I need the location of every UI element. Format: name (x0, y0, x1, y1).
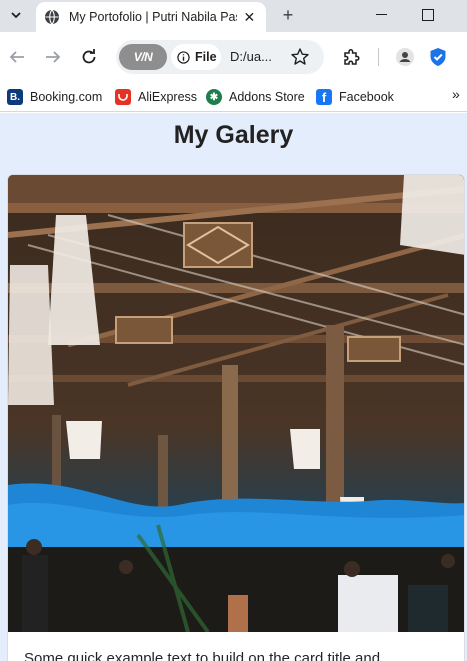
bookmark-star-icon[interactable] (290, 47, 310, 67)
addons-store-icon: ✱ (206, 89, 222, 105)
url-text[interactable]: D:/ua... (230, 49, 272, 64)
bookmark-addons-store[interactable]: ✱ Addons Store (206, 86, 305, 108)
gallery-card: Some quick example text to build on the … (7, 174, 465, 661)
bookmark-booking[interactable]: B. Booking.com (7, 86, 102, 108)
page-heading: My Galery (173, 121, 294, 149)
facebook-icon: f (316, 89, 332, 105)
tab-strip: My Portofolio | Putri Nabila Pas ✕ + (0, 0, 467, 32)
aliexpress-icon (115, 89, 131, 105)
back-arrow-icon (9, 51, 24, 63)
back-button[interactable] (5, 45, 29, 69)
reload-button[interactable] (77, 45, 101, 69)
globe-icon (45, 9, 59, 25)
file-label: File (195, 50, 217, 64)
tab-active[interactable]: My Portofolio | Putri Nabila Pas ✕ (36, 2, 266, 32)
minimize-icon[interactable] (372, 6, 392, 24)
reload-icon (82, 49, 96, 64)
bookmark-aliexpress[interactable]: AliExpress (115, 86, 197, 108)
forward-arrow-icon (46, 51, 61, 63)
tab-search-button[interactable] (4, 4, 28, 26)
site-info-chip[interactable]: File (171, 44, 221, 70)
bookmark-label: Facebook (339, 90, 394, 104)
shield-extension-button[interactable] (426, 45, 450, 69)
shield-check-icon (430, 48, 446, 66)
browser-toolbar: V/N File D:/ua... (0, 32, 467, 82)
booking-icon: B. (7, 89, 23, 105)
chevron-down-icon (11, 12, 21, 19)
extensions-button[interactable] (339, 45, 363, 69)
tab-title: My Portofolio | Putri Nabila Pas (69, 10, 237, 24)
bookmark-facebook[interactable]: f Facebook (316, 86, 394, 108)
info-icon (177, 50, 190, 64)
bookmark-label: Addons Store (229, 90, 305, 104)
address-bar[interactable]: V/N File D:/ua... (116, 40, 324, 74)
forward-button[interactable] (41, 45, 65, 69)
close-tab-icon[interactable]: ✕ (241, 8, 258, 26)
gallery-photo (8, 175, 464, 632)
puzzle-icon (344, 48, 360, 65)
bookmarks-bar: B. Booking.com AliExpress ✱ Addons Store… (0, 82, 467, 112)
card-text: Some quick example text to build on the … (24, 650, 381, 661)
profile-icon (396, 48, 414, 66)
bookmark-label: Booking.com (30, 90, 103, 104)
new-tab-button[interactable]: + (276, 4, 300, 26)
profile-button[interactable] (393, 45, 417, 69)
toolbar-divider (378, 48, 379, 66)
maximize-icon[interactable] (418, 6, 438, 24)
page-viewport: My Galery Some quick example text to bui… (0, 113, 467, 661)
bookmarks-overflow-chevron-icon[interactable]: » (452, 86, 460, 102)
vpn-button[interactable]: V/N (119, 44, 167, 70)
bookmark-label: AliExpress (138, 90, 198, 104)
